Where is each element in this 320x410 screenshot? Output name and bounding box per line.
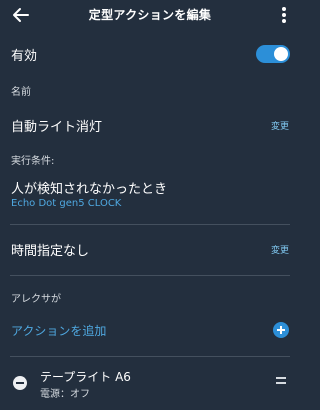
edit-schedule-button[interactable]: 変更 — [271, 243, 289, 256]
name-section-label: 名前 — [11, 87, 31, 98]
top-bar: 定型アクションを編集 — [0, 0, 300, 30]
add-action-button[interactable]: アクションを追加 — [11, 322, 106, 339]
trigger-section-label: 実行条件: — [11, 156, 55, 167]
edit-name-button[interactable]: 変更 — [271, 119, 289, 132]
routine-name: 自動ライト消灯 — [11, 120, 103, 135]
trigger-condition[interactable]: 人が検知されなかったとき — [11, 178, 167, 197]
trigger-device[interactable]: Echo Dot gen5 CLOCK — [11, 198, 121, 209]
actions-section-label: アレクサが — [11, 294, 61, 305]
page-title: 定型アクションを編集 — [88, 8, 212, 22]
enabled-label: 有効 — [11, 49, 38, 64]
divider — [10, 356, 290, 357]
schedule-value: 時間指定なし — [11, 244, 90, 259]
action-item-detail: 電源：オフ — [40, 389, 90, 400]
drag-handle-icon[interactable] — [276, 377, 286, 385]
divider — [10, 275, 290, 276]
add-circle-icon[interactable] — [273, 322, 289, 338]
remove-circle-icon[interactable] — [13, 376, 27, 390]
divider — [10, 224, 290, 225]
toggle-knob — [274, 47, 288, 61]
enabled-toggle[interactable] — [256, 45, 290, 63]
more-vert-icon[interactable] — [280, 4, 288, 26]
action-item-name[interactable]: テープライト A6 — [40, 368, 131, 385]
